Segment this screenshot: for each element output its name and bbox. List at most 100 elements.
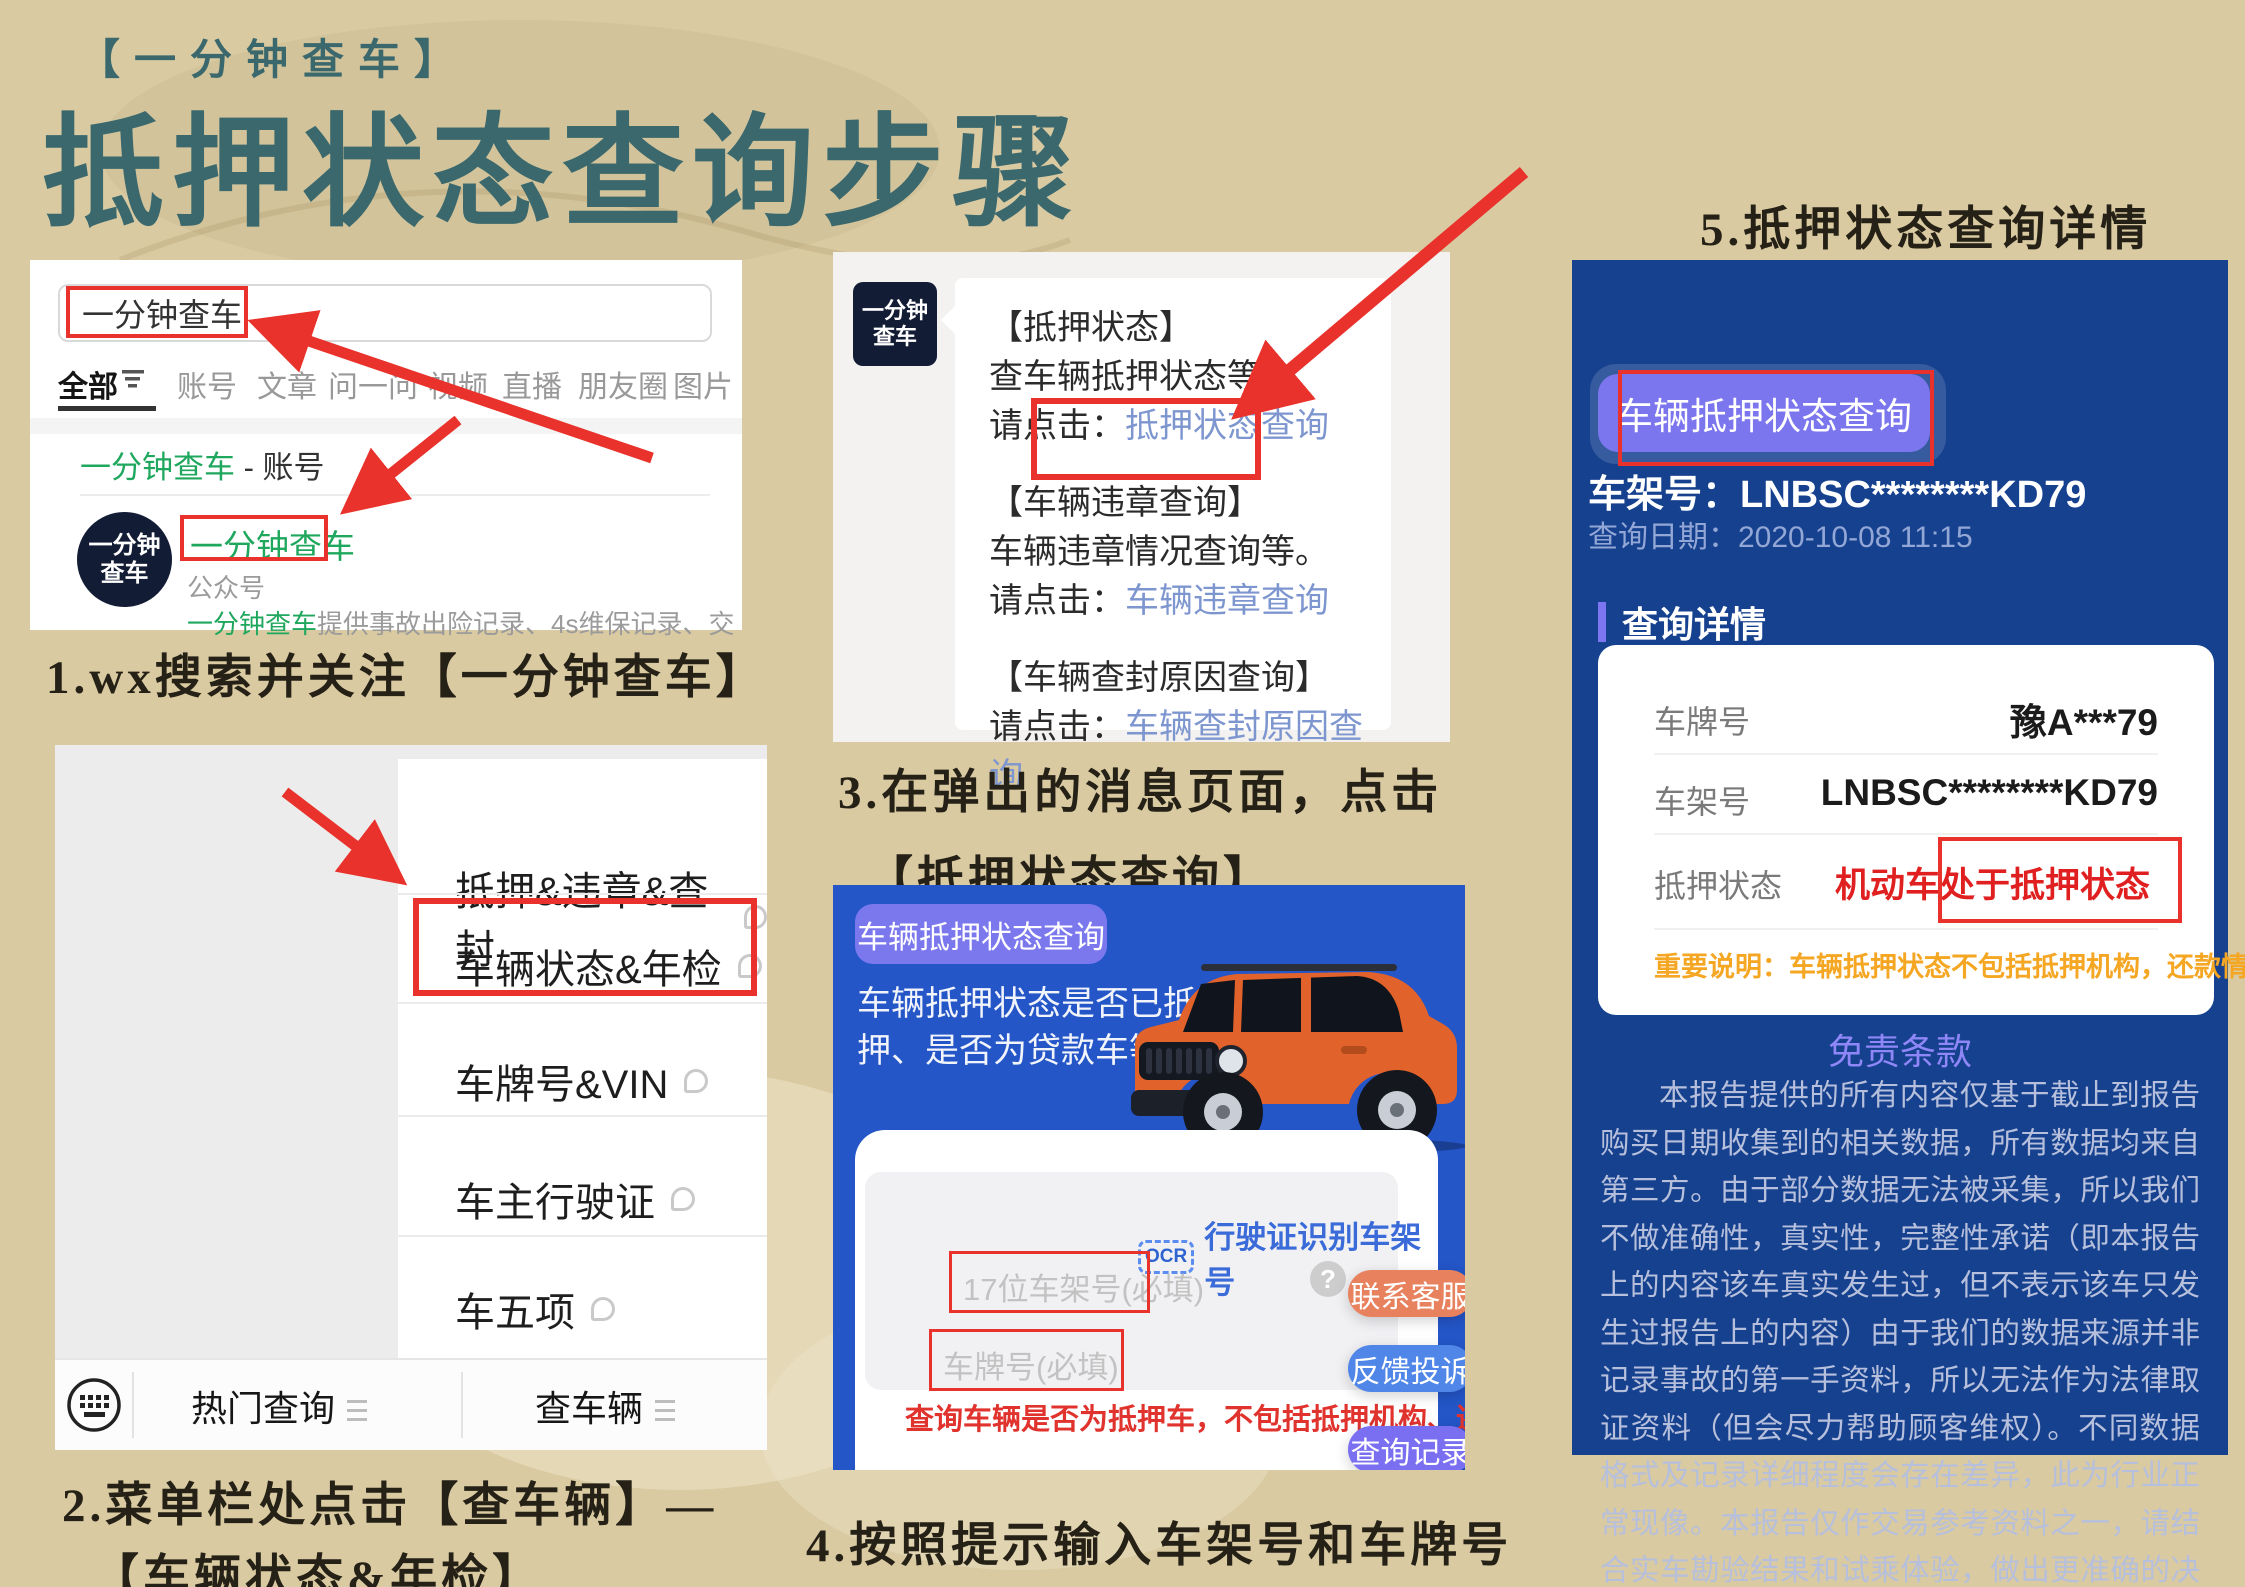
filter-icon[interactable]	[122, 370, 148, 390]
caption-step4: 4.按照提示输入车架号和车牌号	[806, 1506, 1512, 1575]
chat-avatar: 一分钟 查车	[853, 282, 937, 366]
highlight-box-status	[1938, 837, 2182, 923]
highlight-box-account-name	[180, 515, 328, 561]
feedback-button[interactable]: 反馈投诉	[1348, 1345, 1465, 1392]
row-label-plate: 车牌号	[1654, 697, 1750, 743]
menu-divider	[398, 1235, 767, 1237]
mortgage-query-tab-button[interactable]: 车辆抵押状态查询	[855, 904, 1107, 964]
desc-keyword-1: 一分钟查车	[187, 609, 317, 639]
menu-item-label: 车五项	[455, 1280, 575, 1338]
section-bar-icon	[1598, 602, 1606, 642]
caption-step2-line1: 2.菜单栏处点击【查车辆】—	[62, 1466, 717, 1535]
highlight-box-search-query	[66, 286, 248, 338]
report-vin-line: 车架号：LNBSC********KD79	[1588, 463, 2086, 518]
highlight-box-vin-input	[949, 1251, 1150, 1313]
highlight-box-plate-input	[929, 1329, 1124, 1391]
menu-divider	[398, 1002, 767, 1004]
highlight-box-mortgage-link	[1031, 398, 1261, 480]
tab-live[interactable]: 直播	[502, 362, 562, 406]
bottom-menu-label: 热门查询	[191, 1388, 335, 1429]
tab-all[interactable]: 全部	[58, 362, 118, 406]
card-divider	[1654, 928, 2158, 930]
highlight-box-vehicle-status	[413, 898, 757, 996]
result-header-keyword: 一分钟查车	[80, 450, 235, 485]
chat-link-prefix: 请点击：	[989, 708, 1125, 746]
disclaimer-text: 本报告提供的所有内容仅基于截止到报告购买日期收集到的相关数据，所有数据均来自第三…	[1600, 1072, 2200, 1587]
caption-step2-line2: 【车辆状态&年检】	[92, 1538, 543, 1587]
menu-divider	[398, 893, 767, 895]
contact-service-button[interactable]: 联系客服	[1348, 1270, 1465, 1317]
menu-divider	[398, 1115, 767, 1117]
report-date-line: 查询日期：2020-10-08 11:15	[1588, 512, 1973, 556]
bar-divider	[132, 1372, 134, 1438]
bottom-menu-check-vehicle[interactable]: 查车辆	[535, 1380, 675, 1432]
report-detail-card: 车牌号 豫A***79 车架号 LNBSC********KD79 抵押状态 机…	[1598, 645, 2214, 1015]
tab-ask[interactable]: 问一问	[328, 362, 418, 406]
chat-bubble: 【抵押状态】 查车辆抵押状态等。 请点击：抵押状态查询 【车辆违章查询】 车辆违…	[955, 278, 1391, 730]
card-divider	[1654, 753, 2158, 755]
section-separator	[30, 418, 742, 434]
wechat-menu-screenshot: 抵押&违章&查封 车辆状态&年检 车牌号&VIN 车主行驶证 车五项	[55, 745, 767, 1450]
help-icon[interactable]: ?	[1310, 1261, 1346, 1297]
avatar-text-line1: 一分钟	[862, 298, 928, 324]
important-note: 重要说明：车辆抵押状态不包括抵押机构，还款情况	[1654, 945, 2245, 984]
tab-article[interactable]: 文章	[257, 362, 317, 406]
chat-message-screenshot: 一分钟 查车 【抵押状态】 查车辆抵押状态等。 请点击：抵押状态查询 【车辆违章…	[833, 252, 1450, 742]
menu-item-label: 车主行驶证	[455, 1170, 655, 1228]
chat-bubble-icon	[684, 1069, 708, 1093]
section-title: 查询详情	[1622, 596, 1766, 648]
result-header-suffix: - 账号	[235, 450, 325, 485]
bottom-menu-hot-query[interactable]: 热门查询	[191, 1380, 367, 1432]
menu-item-plate-vin[interactable]: 车牌号&VIN	[455, 1052, 708, 1110]
menu-item-owner-license[interactable]: 车主行驶证	[455, 1170, 695, 1228]
chat-block-desc: 车辆违章情况查询等。	[989, 528, 1391, 577]
chat-link-prefix: 请点击：	[989, 582, 1125, 620]
row-value-plate: 豫A***79	[2010, 692, 2158, 746]
chat-block-violation: 【车辆违章查询】 车辆违章情况查询等。 请点击：车辆违章查询	[989, 479, 1391, 626]
chat-bubble-icon	[671, 1187, 695, 1211]
keyboard-icon[interactable]	[65, 1376, 123, 1434]
popup-menu: 抵押&违章&查封 车辆状态&年检 车牌号&VIN 车主行驶证 车五项	[398, 759, 767, 1358]
menu-lines-icon	[347, 1400, 367, 1421]
avatar-text-line1: 一分钟	[89, 532, 161, 560]
menu-item-five-items[interactable]: 车五项	[455, 1280, 615, 1338]
avatar-text-line2: 查车	[101, 560, 149, 588]
query-history-button[interactable]: 查询记录	[1348, 1426, 1465, 1470]
caption-step5: 5.抵押状态查询详情	[1700, 190, 2151, 259]
chat-block-title: 【抵押状态】	[989, 304, 1391, 353]
card-divider	[1654, 833, 2158, 835]
disclaimer-title: 免责条款	[1572, 1023, 2228, 1075]
tab-account[interactable]: 账号	[177, 362, 237, 406]
suv-photo	[1105, 940, 1465, 1155]
violation-query-link[interactable]: 车辆违章查询	[1125, 582, 1329, 620]
account-description: 一分钟查车提供事故出险记录、4s维保记录、交强险查询、机动	[187, 604, 735, 641]
caption-step1: 1.wx搜索并关注【一分钟查车】	[46, 638, 767, 707]
bottom-menu-label: 查车辆	[535, 1388, 643, 1429]
account-avatar[interactable]: 一分钟 查车	[77, 512, 172, 607]
infographic-canvas: 【一分钟查车】 抵押状态查询步骤 5.抵押状态查询详情 一分钟查车 全部 账号 …	[0, 0, 2245, 1587]
page-title: 抵押状态查询步骤	[42, 74, 1082, 251]
avatar-text-line2: 查车	[873, 324, 917, 350]
active-tab-underline	[58, 406, 156, 411]
menu-item-label: 车牌号&VIN	[455, 1052, 668, 1110]
menu-lines-icon	[655, 1400, 675, 1421]
report-section-header: 查询详情	[1598, 596, 1766, 648]
chat-block-title: 【车辆查封原因查询】	[989, 654, 1391, 703]
row-value-vin: LNBSC********KD79	[1821, 772, 2158, 814]
tab-moments[interactable]: 朋友圈	[578, 362, 668, 406]
row-label-vin: 车架号	[1654, 777, 1750, 823]
wechat-search-screenshot: 一分钟查车 全部 账号 文章 问一问 视频 直播 朋友圈 图片 一分钟查车 - …	[30, 260, 742, 630]
row-label-status: 抵押状态	[1654, 861, 1782, 907]
account-type-label: 公众号	[187, 568, 265, 605]
chat-block-desc: 查车辆抵押状态等。	[989, 353, 1391, 402]
chat-bubble-icon	[591, 1297, 615, 1321]
tab-image[interactable]: 图片	[673, 362, 733, 406]
caption-step3-line1: 3.在弹出的消息页面，点击	[838, 753, 1442, 822]
chat-block-title: 【车辆违章查询】	[989, 479, 1391, 528]
result-divider	[80, 494, 710, 496]
report-detail-screenshot: 车辆抵押状态查询 车架号：LNBSC********KD79 查询日期：2020…	[1572, 260, 2228, 1455]
result-header: 一分钟查车 - 账号	[80, 442, 325, 487]
desc-text-1: 提供事故出险记录、4s维保记录、交强险	[317, 609, 735, 639]
tab-video[interactable]: 视频	[428, 362, 488, 406]
miniprogram-query-screenshot: 车辆抵押状态查询 车辆抵押状态是否已抵 押、是否为贷款车等	[833, 885, 1465, 1470]
